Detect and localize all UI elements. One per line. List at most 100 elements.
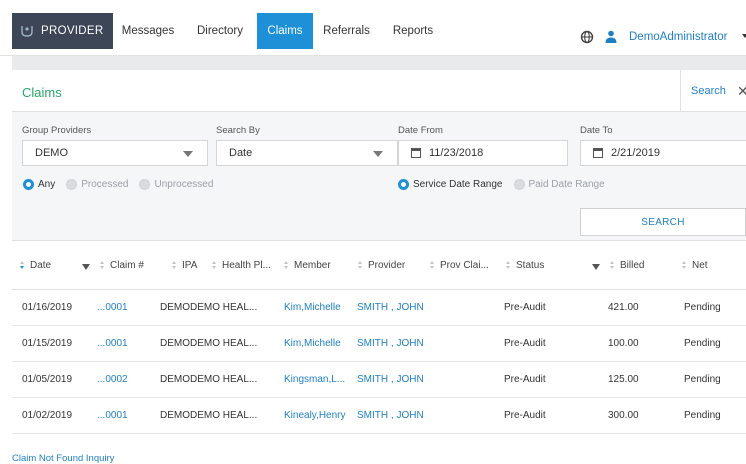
column-provider[interactable]: Provider <box>358 260 405 271</box>
group-providers-select[interactable]: DEMO <box>22 140 208 166</box>
column-status[interactable]: Status <box>506 260 544 271</box>
cell-provider-link[interactable]: SMITH , JOHN <box>357 338 424 349</box>
nav-claims[interactable]: Claims <box>257 13 313 49</box>
cell-member-link[interactable]: Kingsman,L... <box>284 374 345 385</box>
sort-icon[interactable] <box>358 261 363 270</box>
radio-any-label: Any <box>38 179 56 190</box>
cell-net: Pending <box>684 410 721 421</box>
cell-member-link[interactable]: Kim,Michelle <box>284 338 341 349</box>
user-menu[interactable]: DemoAdministrator <box>629 31 727 43</box>
column-status-label: Status <box>516 260 545 271</box>
cell-provider-link[interactable]: SMITH , JOHN <box>357 302 424 313</box>
cell-status: Pre-Audit <box>504 410 546 421</box>
column-prov-claim[interactable]: Prov Clai... <box>430 260 489 271</box>
table-row[interactable]: 01/16/2019 ...0001 DEMO DEMO HEAL... Kim… <box>12 290 746 326</box>
calendar-icon[interactable] <box>593 148 603 158</box>
sort-icon[interactable] <box>212 261 217 270</box>
search-button[interactable]: SEARCH <box>580 208 746 236</box>
column-member-label: Member <box>294 260 331 271</box>
cell-net: Pending <box>684 338 721 349</box>
search-link[interactable]: Search <box>691 85 726 97</box>
provider-brand[interactable]: PROVIDER <box>12 13 113 49</box>
cell-net: Pending <box>684 374 721 385</box>
page-bar <box>12 56 746 70</box>
cell-date: 01/05/2019 <box>22 374 73 385</box>
column-net[interactable]: Net <box>682 260 708 271</box>
nav-directory[interactable]: Directory <box>183 13 257 49</box>
top-nav: PROVIDER Messages Directory Claims Refer… <box>0 0 746 56</box>
cell-provider-link[interactable]: SMITH , JOHN <box>357 374 424 385</box>
user-icon <box>605 30 617 43</box>
claims-header: Claims Search ✕ <box>12 70 746 112</box>
column-health-plan[interactable]: Health Pl... <box>212 260 271 271</box>
claim-status-radio-group: Any Processed Unprocessed <box>23 179 220 190</box>
provider-logo-icon <box>21 26 33 37</box>
sort-icon[interactable] <box>610 261 615 270</box>
radio-unprocessed[interactable] <box>139 179 151 190</box>
group-providers-label: Group Providers <box>22 125 92 136</box>
search-by-select[interactable]: Date <box>216 140 398 166</box>
table-row[interactable]: 01/15/2019 ...0001 DEMO DEMO HEAL... Kim… <box>12 326 746 362</box>
cell-claim-link[interactable]: ...0001 <box>97 410 128 421</box>
column-prov-claim-label: Prov Clai... <box>440 260 489 271</box>
cell-member-link[interactable]: Kim,Michelle <box>284 302 341 313</box>
chevron-down-icon[interactable] <box>742 34 746 38</box>
column-billed[interactable]: Billed <box>592 260 644 271</box>
nav-messages[interactable]: Messages <box>113 13 183 49</box>
claim-not-found-inquiry-link[interactable]: Claim Not Found Inquiry <box>12 453 114 464</box>
close-icon[interactable]: ✕ <box>737 83 746 100</box>
sort-icon[interactable] <box>100 261 105 270</box>
cell-provider-link[interactable]: SMITH , JOHN <box>357 410 424 421</box>
column-claim-label: Claim # <box>110 260 144 271</box>
cell-status: Pre-Audit <box>504 338 546 349</box>
cell-billed: 300.00 <box>608 410 639 421</box>
table-row[interactable]: 01/05/2019 ...0002 DEMO DEMO HEAL... Kin… <box>12 362 746 398</box>
calendar-icon[interactable] <box>411 148 421 158</box>
date-to-value: 2/21/2019 <box>611 147 660 159</box>
cell-ipa: DEMO <box>160 410 190 421</box>
date-from-input[interactable]: 11/23/2018 <box>398 140 568 166</box>
radio-service-date-range-label: Service Date Range <box>413 179 503 190</box>
globe-icon[interactable] <box>580 30 594 44</box>
cell-member-link[interactable]: Kinealy,Henry <box>284 410 346 421</box>
sort-icon[interactable] <box>172 261 177 270</box>
chevron-down-icon <box>373 151 383 157</box>
cell-claim-link[interactable]: ...0001 <box>97 302 128 313</box>
column-ipa[interactable]: IPA <box>172 260 197 271</box>
sort-icon[interactable] <box>506 261 511 270</box>
grid-header: Date Claim # IPA Health Pl... Member Pro… <box>12 240 746 290</box>
radio-service-date-range[interactable] <box>398 179 409 190</box>
nav-referrals[interactable]: Referrals <box>313 13 380 49</box>
cell-health-plan: DEMO HEAL... <box>190 410 258 421</box>
radio-unprocessed-label: Unprocessed <box>154 179 214 190</box>
cell-claim-link[interactable]: ...0002 <box>97 374 128 385</box>
filter-icon[interactable] <box>592 263 600 270</box>
radio-any[interactable] <box>23 179 34 190</box>
column-claim[interactable]: Claim # <box>82 260 144 271</box>
radio-processed[interactable] <box>66 179 78 190</box>
chevron-down-icon <box>183 151 193 157</box>
nav-reports[interactable]: Reports <box>380 13 446 49</box>
search-filters: Group Providers DEMO Search By Date Date… <box>12 112 746 240</box>
date-to-input[interactable]: 2/21/2019 <box>580 140 746 166</box>
group-providers-value: DEMO <box>35 147 68 159</box>
sort-icon[interactable] <box>430 261 435 270</box>
page-title: Claims <box>22 85 62 100</box>
sort-icon[interactable] <box>284 261 289 270</box>
search-tab[interactable]: Search ✕ <box>680 70 746 112</box>
table-row[interactable]: 01/02/2019 ...0001 DEMO DEMO HEAL... Kin… <box>12 398 746 434</box>
radio-paid-date-range[interactable] <box>513 179 525 190</box>
column-ipa-label: IPA <box>182 260 198 271</box>
sort-icon[interactable] <box>20 261 25 270</box>
column-member[interactable]: Member <box>284 260 331 271</box>
cell-date: 01/02/2019 <box>22 410 73 421</box>
cell-claim-link[interactable]: ...0001 <box>97 338 128 349</box>
filter-icon[interactable] <box>82 263 90 270</box>
cell-status: Pre-Audit <box>504 374 546 385</box>
sort-icon[interactable] <box>682 261 687 270</box>
cell-ipa: DEMO <box>160 374 190 385</box>
cell-status: Pre-Audit <box>504 302 546 313</box>
cell-billed: 421.00 <box>608 302 639 313</box>
column-date[interactable]: Date <box>20 260 51 271</box>
search-by-value: Date <box>229 147 253 159</box>
